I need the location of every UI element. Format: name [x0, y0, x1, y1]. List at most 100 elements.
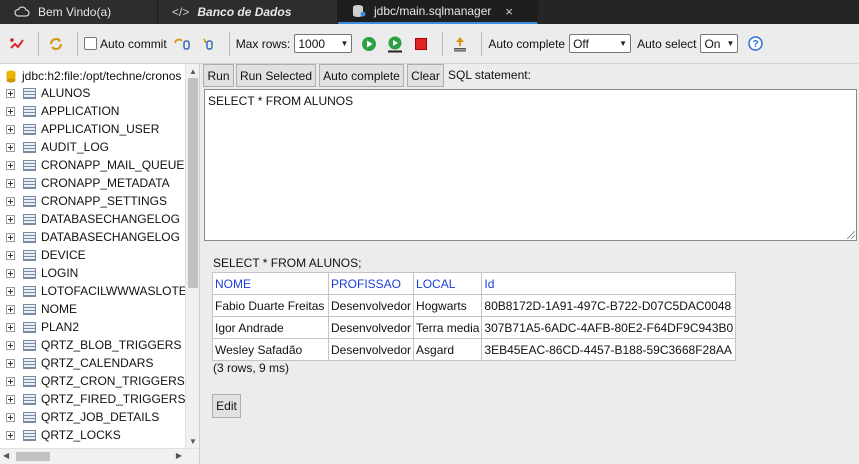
sql-query-text: SELECT * FROM ALUNOS [208, 94, 354, 108]
table-icon [23, 285, 36, 297]
tree-item[interactable]: QRTZ_CALENDARS [6, 354, 186, 372]
tree-item[interactable]: NOME [6, 300, 186, 318]
run-icon[interactable] [358, 33, 380, 55]
tree-item[interactable]: DATABASECHANGELOG [6, 228, 186, 246]
tree-item[interactable]: QRTZ_LOCKS [6, 426, 186, 444]
tab-database[interactable]: </> Banco de Dados [158, 0, 338, 24]
tree-item[interactable]: APPLICATION_USER [6, 120, 186, 138]
expand-icon[interactable] [6, 430, 15, 440]
tree-item[interactable]: LOTOFACILWWWASLOTE [6, 282, 186, 300]
tree-item[interactable]: QRTZ_CRON_TRIGGERS [6, 372, 186, 390]
scroll-up-icon[interactable]: ▲ [189, 67, 197, 76]
resize-grip-icon[interactable] [847, 231, 855, 239]
tree-item[interactable]: CRONAPP_SETTINGS [6, 192, 186, 210]
tree-item[interactable]: QRTZ_BLOB_TRIGGERS [6, 336, 186, 354]
tree-item-label: CRONAPP_METADATA [41, 176, 170, 190]
sql-panel: Run Run Selected Auto complete Clear SQL… [201, 64, 859, 464]
tree-root[interactable]: jdbc:h2:file:/opt/techne/cronos [6, 68, 186, 84]
stop-icon[interactable] [410, 33, 432, 55]
edit-button[interactable]: Edit [212, 394, 241, 418]
auto-commit-checkbox[interactable] [84, 37, 97, 50]
tree-item[interactable]: QRTZ_FIRED_TRIGGERS [6, 390, 186, 408]
column-header-local[interactable]: LOCAL [413, 272, 483, 295]
expand-icon[interactable] [6, 412, 15, 422]
expand-icon[interactable] [6, 376, 15, 386]
table-icon [23, 123, 36, 135]
expand-icon[interactable] [6, 178, 15, 188]
help-icon[interactable]: ? [744, 33, 766, 55]
tree-item[interactable]: AUDIT_LOG [6, 138, 186, 156]
auto-complete-button[interactable]: Auto complete [319, 64, 404, 87]
max-rows-select[interactable]: 1000 ▼ [294, 34, 353, 53]
tree-item[interactable]: CRONAPP_METADATA [6, 174, 186, 192]
run-selected-button[interactable]: Run Selected [236, 64, 316, 87]
tree-item-label: DEVICE [41, 248, 86, 262]
column-header-nome[interactable]: NOME [212, 272, 329, 295]
tab-sqlmanager-label: jdbc/main.sqlmanager [374, 4, 492, 18]
tree-item[interactable]: QRTZ_JOB_DETAILS [6, 408, 186, 426]
expand-icon[interactable] [6, 340, 15, 350]
scroll-right-icon[interactable]: ▶ [176, 451, 182, 460]
scroll-thumb[interactable] [188, 78, 198, 288]
expand-icon[interactable] [6, 304, 15, 314]
tree-vertical-scrollbar[interactable]: ▲ ▼ [185, 64, 199, 448]
tree-item[interactable]: PLAN2 [6, 318, 186, 336]
rollback-icon[interactable] [197, 33, 219, 55]
table-icon [23, 231, 36, 243]
expand-icon[interactable] [6, 196, 15, 206]
tree-item[interactable]: ALUNOS [6, 84, 186, 102]
tree-item-label: LOGIN [41, 266, 79, 280]
clear-button[interactable]: Clear [407, 64, 444, 87]
table-icon [23, 429, 36, 441]
tab-bar: Bem Vindo(a) </> Banco de Dados jdbc/mai… [0, 0, 859, 24]
expand-icon[interactable] [6, 268, 15, 278]
scroll-down-icon[interactable]: ▼ [189, 437, 197, 446]
expand-icon[interactable] [6, 214, 15, 224]
scroll-thumb[interactable] [16, 452, 50, 461]
tab-welcome[interactable]: Bem Vindo(a) [0, 0, 158, 24]
expand-icon[interactable] [6, 250, 15, 260]
auto-complete-select[interactable]: Off ▼ [569, 34, 632, 53]
tab-sqlmanager[interactable]: jdbc/main.sqlmanager × [338, 0, 538, 24]
tree-item-label: QRTZ_CRON_TRIGGERS [41, 374, 185, 388]
export-icon[interactable] [449, 33, 471, 55]
table-icon [23, 411, 36, 423]
commit-icon[interactable] [171, 33, 193, 55]
expand-icon[interactable] [6, 394, 15, 404]
column-header-profissao[interactable]: PROFISSAO [327, 272, 415, 295]
refresh-icon[interactable] [45, 33, 67, 55]
column-header-id[interactable]: Id [481, 272, 737, 295]
expand-icon[interactable] [6, 160, 15, 170]
expand-icon[interactable] [6, 286, 15, 296]
tree-horizontal-scrollbar[interactable]: ◀ ▶ [0, 448, 199, 464]
expand-icon[interactable] [6, 358, 15, 368]
tree-item[interactable]: DATABASECHANGELOG [6, 210, 186, 228]
table-cell: Asgard [413, 338, 483, 361]
scroll-left-icon[interactable]: ◀ [3, 451, 9, 460]
disconnect-icon[interactable] [6, 33, 28, 55]
run-button[interactable]: Run [203, 64, 234, 87]
close-icon[interactable]: × [505, 4, 513, 19]
toolbar-separator [442, 31, 444, 56]
expand-icon[interactable] [6, 106, 15, 116]
tree-item[interactable]: CRONAPP_MAIL_QUEUE [6, 156, 186, 174]
expand-icon[interactable] [6, 88, 15, 98]
tree-item[interactable]: APPLICATION [6, 102, 186, 120]
tree-item-label: DATABASECHANGELOG [41, 212, 180, 226]
expand-icon[interactable] [6, 322, 15, 332]
max-rows-label: Max rows: [235, 36, 291, 51]
tree-item[interactable]: DEVICE [6, 246, 186, 264]
run-step-icon[interactable] [384, 33, 406, 55]
max-rows-value: 1000 [298, 36, 326, 51]
auto-select-select[interactable]: On ▼ [700, 34, 739, 53]
sql-editor[interactable]: SELECT * FROM ALUNOS [204, 89, 857, 241]
expand-icon[interactable] [6, 142, 15, 152]
auto-select-value: On [704, 36, 721, 51]
expand-icon[interactable] [6, 124, 15, 134]
chevron-down-icon: ▼ [726, 39, 735, 48]
tree-item-label: AUDIT_LOG [41, 140, 110, 154]
expand-icon[interactable] [6, 232, 15, 242]
tree-item-label: QRTZ_BLOB_TRIGGERS [41, 338, 182, 352]
tree-item[interactable]: LOGIN [6, 264, 186, 282]
toolbar-separator [77, 31, 78, 56]
